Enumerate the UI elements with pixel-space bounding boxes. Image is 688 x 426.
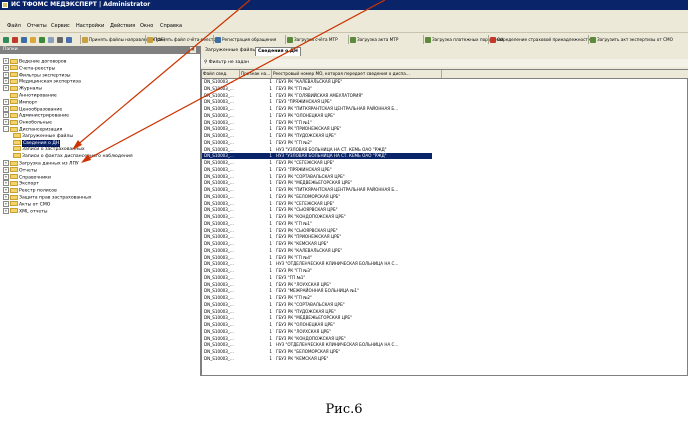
annotation-arrow-2 <box>85 0 386 161</box>
figure-caption: Рис.6 <box>325 402 363 417</box>
annotation-arrowhead-2 <box>81 154 91 163</box>
annotation-arrow-1 <box>75 0 251 147</box>
annotation-arrows <box>72 0 386 163</box>
